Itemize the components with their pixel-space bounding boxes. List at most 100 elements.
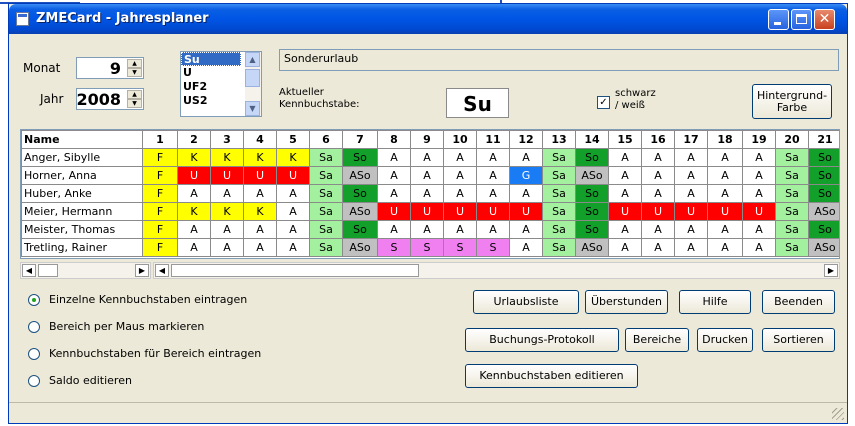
day-header[interactable]: 7 [342,130,378,149]
monat-spinner[interactable]: 9 ▲ ▼ [76,57,144,79]
ueberstunden-button[interactable]: Überstunden [585,290,668,314]
radio-saldo-label[interactable]: Saldo editieren [49,374,132,387]
day-cell[interactable]: U [410,202,444,221]
day-cell[interactable]: So [342,220,378,239]
day-cell[interactable]: A [243,220,277,239]
day-cell[interactable]: A [742,220,776,239]
day-cell[interactable]: A [443,148,477,167]
day-cell[interactable]: A [476,184,510,203]
resize-grip-icon[interactable] [832,408,844,420]
scroll-left-icon[interactable]: ◀ [155,264,169,277]
day-cell[interactable]: So [575,202,609,221]
day-cell[interactable]: A [177,184,211,203]
drucken-button[interactable]: Drucken [697,328,753,352]
day-cell[interactable]: U [509,202,543,221]
day-header[interactable]: 16 [641,130,675,149]
day-cell[interactable]: A [443,166,477,185]
day-cell[interactable]: A [608,166,642,185]
day-header[interactable]: 12 [509,130,543,149]
day-cell[interactable]: A [177,220,211,239]
day-cell[interactable]: S [476,238,510,257]
day-cell[interactable]: So [575,220,609,239]
day-cell[interactable]: Sa [775,202,809,221]
day-cell[interactable]: U [377,202,411,221]
day-cell[interactable]: U [674,202,708,221]
day-cell[interactable]: ASo [808,202,839,221]
day-header[interactable]: 21 [808,130,839,149]
day-cell[interactable]: So [808,184,839,203]
day-cell[interactable]: A [476,148,510,167]
day-cell[interactable]: A [608,148,642,167]
code-list-item[interactable]: US2 [181,94,243,108]
name-scrollbar[interactable]: ◀ ▶ [20,262,151,279]
day-cell[interactable]: A [443,184,477,203]
day-header[interactable]: 6 [309,130,343,149]
day-cell[interactable]: So [808,148,839,167]
day-header[interactable]: 17 [674,130,708,149]
day-cell[interactable]: A [608,238,642,257]
day-cell[interactable]: Sa [309,184,343,203]
jahr-spinner[interactable]: 2008 ▲ ▼ [76,88,144,110]
day-cell[interactable]: A [377,166,411,185]
day-cell[interactable]: So [342,184,378,203]
day-cell[interactable]: Sa [542,238,576,257]
day-cell[interactable]: ASo [342,166,378,185]
day-cell[interactable]: Sa [309,148,343,167]
radio-bereich-maus[interactable] [28,321,40,333]
day-cell[interactable]: A [410,148,444,167]
days-scrollbar[interactable]: ◀ ▶ [153,262,840,279]
day-header[interactable]: 19 [742,130,776,149]
radio-einzelne-label[interactable]: Einzelne Kennbuchstaben eintragen [49,293,247,306]
day-cell[interactable]: Sa [542,184,576,203]
day-cell[interactable]: S [377,238,411,257]
day-header[interactable]: 4 [243,130,277,149]
day-header[interactable]: 2 [177,130,211,149]
day-cell[interactable]: A [742,166,776,185]
name-scroll-thumb[interactable] [38,264,58,277]
day-cell[interactable]: A [410,220,444,239]
sortieren-button[interactable]: Sortieren [762,328,835,352]
name-column-header[interactable]: Name [21,130,143,149]
horizontal-scrollbars[interactable]: ◀ ▶ ◀ ▶ [20,262,840,279]
day-cell[interactable]: A [410,166,444,185]
day-cell[interactable]: K [276,148,310,167]
day-cell[interactable]: A [641,220,675,239]
day-header[interactable]: 3 [210,130,244,149]
day-cell[interactable]: U [177,166,211,185]
scroll-right-icon[interactable]: ▶ [824,264,838,277]
day-cell[interactable]: ASo [342,238,378,257]
day-header[interactable]: 15 [608,130,642,149]
title-bar[interactable]: ZMECard - Jahresplaner ✕ [9,4,847,34]
day-cell[interactable]: A [707,220,743,239]
day-cell[interactable]: U [641,202,675,221]
day-cell[interactable]: So [575,184,609,203]
day-header[interactable]: 1 [142,130,178,149]
code-list-scroll-thumb[interactable] [245,69,260,87]
day-cell[interactable]: A [443,220,477,239]
employee-name[interactable]: Tretling, Rainer [21,238,143,257]
hilfe-button[interactable]: Hilfe [679,290,751,314]
kennbuchstaben-editieren-button[interactable]: Kennbuchstaben editieren [465,364,638,388]
day-cell[interactable]: A [742,148,776,167]
day-cell[interactable]: A [210,220,244,239]
day-cell[interactable]: A [674,148,708,167]
day-cell[interactable]: A [509,238,543,257]
day-cell[interactable]: Sa [775,166,809,185]
code-listbox[interactable]: Su U UF2 US2 ▲ ▼ [180,51,262,117]
calendar-table[interactable]: Name 1 2 3 4 5 6 7 8 9 10 11 12 13 14 15 16 17 18 19 20 21 Ang… [21,130,839,257]
radio-bereich-maus-label[interactable]: Bereich per Maus markieren [49,320,204,333]
day-cell[interactable]: A [377,148,411,167]
code-list-item[interactable]: UF2 [181,80,243,94]
jahr-spin-arrows[interactable]: ▲ ▼ [127,90,142,108]
close-button[interactable]: ✕ [814,9,835,30]
monat-spin-arrows[interactable]: ▲ ▼ [127,59,142,77]
day-cell[interactable]: U [443,202,477,221]
bw-checkbox[interactable]: ✓ [597,96,610,109]
day-cell[interactable]: ASo [342,202,378,221]
day-cell[interactable]: U [707,202,743,221]
day-cell[interactable]: U [476,202,510,221]
radio-einzelne[interactable] [28,294,40,306]
day-header[interactable]: 5 [276,130,310,149]
employee-name[interactable]: Meister, Thomas [21,220,143,239]
day-cell[interactable]: U [276,166,310,185]
